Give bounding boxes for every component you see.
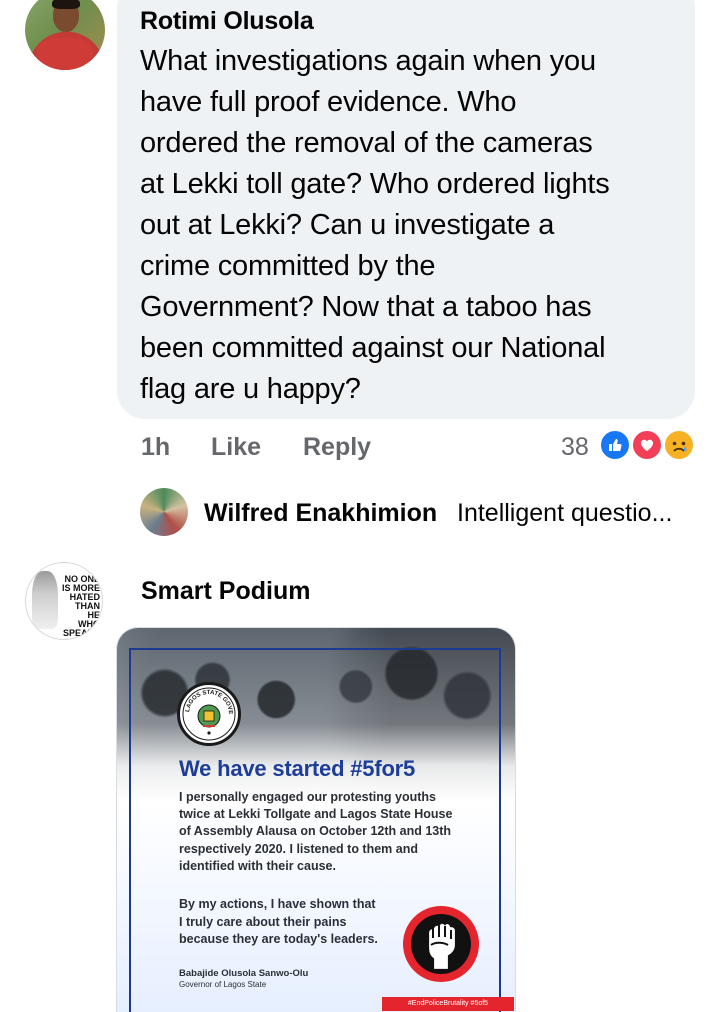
like-button[interactable]: Like	[211, 431, 261, 463]
comment-image[interactable]: LAGOS STATE GOVERNMENT We have started #…	[116, 627, 516, 1012]
reaction-count[interactable]: 38	[561, 431, 589, 463]
avatar-hair	[52, 0, 80, 9]
avatar-portrait	[32, 571, 58, 629]
poster-paragraph: I personally engaged our protesting yout…	[179, 790, 453, 873]
poster-headline: We have started #5for5	[179, 756, 416, 781]
lagos-state-seal-icon: LAGOS STATE GOVERNMENT	[177, 682, 241, 746]
poster-signature: Babajide Olusola Sanwo-Olu	[179, 968, 309, 979]
raised-fist-icon	[403, 906, 479, 982]
comment-timestamp[interactable]: 1h	[141, 431, 170, 463]
avatar-shirt	[37, 38, 93, 70]
reply-button[interactable]: Reply	[303, 431, 371, 463]
reply-author[interactable]: Wilfred Enakhimion	[204, 498, 437, 528]
reply-preview-text[interactable]: Intelligent questio...	[457, 498, 672, 528]
comment-text: What investigations again when you have …	[140, 45, 610, 405]
poster-role: Governor of Lagos State	[179, 980, 267, 989]
comment-author[interactable]: Rotimi Olusola	[140, 6, 314, 36]
avatar-rotimi-olusola[interactable]	[25, 0, 105, 70]
sad-icon[interactable]	[663, 429, 695, 461]
poster-hashtag-banner: #EndPoliceBrutality #5of5	[382, 997, 514, 1011]
poster-paragraph: By my actions, I have shown that I truly…	[179, 897, 378, 946]
like-icon[interactable]	[599, 429, 631, 461]
avatar-quote-text: NO ONE IS MORE HATED THAN HE WHO SPEAKS …	[62, 574, 101, 640]
love-icon[interactable]	[631, 429, 663, 461]
avatar-smart-podium[interactable]: NO ONE IS MORE HATED THAN HE WHO SPEAKS …	[25, 562, 103, 640]
comment-author[interactable]: Smart Podium	[141, 576, 310, 606]
avatar-wilfred-enakhimion[interactable]	[140, 488, 188, 536]
